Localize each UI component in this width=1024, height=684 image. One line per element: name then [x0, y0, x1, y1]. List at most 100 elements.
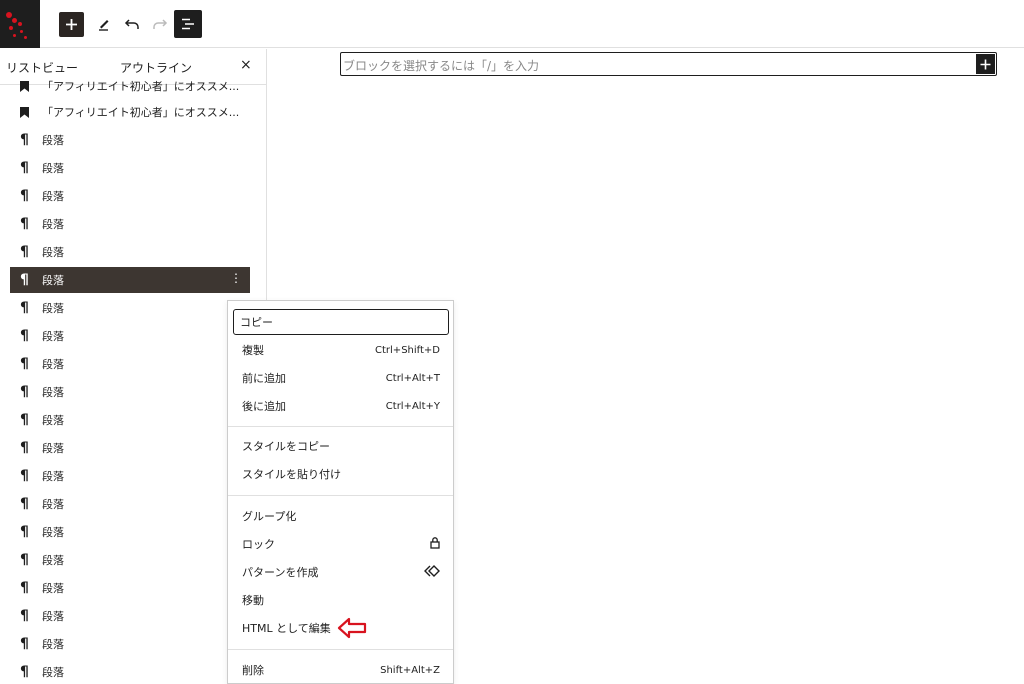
list-item[interactable]: ¶ 段落 [10, 519, 250, 545]
list-item[interactable]: ¶ 段落 [10, 659, 250, 684]
list-item[interactable]: 「アフィリエイト初心者」にオススメ... [10, 73, 250, 99]
menu-item-label: パターンを作成 [242, 566, 319, 579]
paragraph-icon: ¶ [20, 188, 29, 204]
list-item[interactable]: ¶ 段落 [10, 547, 250, 573]
list-item-label: 段落 [42, 386, 64, 399]
menu-item[interactable]: 削除 Shift+Alt+Z [236, 657, 446, 683]
list-item[interactable]: ¶ 段落 [10, 575, 250, 601]
plus-icon [980, 59, 991, 69]
list-item-label: 段落 [42, 638, 64, 651]
close-sidebar-button[interactable]: × [240, 57, 252, 73]
paragraph-icon: ¶ [20, 608, 29, 624]
menu-item-label: 複製 [242, 344, 264, 357]
menu-item-label: コピー [240, 316, 273, 329]
list-item-label: 段落 [42, 162, 64, 175]
list-item-label: 段落 [42, 134, 64, 147]
menu-item-shortcut: Ctrl+Alt+Y [385, 400, 440, 412]
list-item-label: 「アフィリエイト初心者」にオススメ... [42, 106, 240, 119]
list-item-label: 段落 [42, 442, 64, 455]
menu-item-label: 移動 [242, 594, 264, 607]
paragraph-icon: ¶ [20, 440, 29, 456]
logo-dot [13, 34, 16, 37]
list-view-button[interactable] [174, 10, 202, 38]
block-options-button[interactable]: ⋮ [230, 271, 242, 285]
menu-item-label: ロック [242, 538, 275, 551]
list-item-label: 段落 [42, 470, 64, 483]
logo-dot [9, 26, 13, 30]
appender-add-button[interactable] [976, 54, 995, 74]
list-item-selected[interactable]: ¶ 段落 ⋮ [10, 267, 250, 293]
logo-dot [24, 36, 27, 39]
list-item[interactable]: ¶ 段落 [10, 183, 250, 209]
lock-icon [430, 536, 440, 552]
redo-button[interactable] [148, 12, 172, 36]
paragraph-icon: ¶ [20, 552, 29, 568]
list-item-label: 「アフィリエイト初心者」にオススメ... [42, 80, 240, 93]
list-item-label: 段落 [42, 666, 64, 679]
list-item[interactable]: 「アフィリエイト初心者」にオススメ... [10, 99, 250, 125]
list-item[interactable]: ¶ 段落 [10, 211, 250, 237]
list-item[interactable]: ¶ 段落 [10, 463, 250, 489]
list-item-label: 段落 [42, 414, 64, 427]
menu-item[interactable]: コピー [233, 309, 449, 335]
list-item[interactable]: ¶ 段落 [10, 127, 250, 153]
list-item[interactable]: ¶ 段落 [10, 603, 250, 629]
plus-icon [66, 19, 77, 30]
menu-item[interactable]: 移動 [236, 587, 446, 613]
list-item[interactable]: ¶ 段落 [10, 491, 250, 517]
redo-icon [153, 19, 168, 29]
list-item-label: 段落 [42, 246, 64, 259]
list-item[interactable]: ¶ 段落 [10, 295, 250, 321]
logo-dot [12, 18, 17, 23]
menu-item[interactable]: ロック [236, 531, 446, 557]
menu-item[interactable]: スタイルをコピー [236, 433, 446, 459]
paragraph-icon: ¶ [20, 132, 29, 148]
paragraph-icon: ¶ [20, 664, 29, 680]
menu-item[interactable]: 後に追加 Ctrl+Alt+Y [236, 393, 446, 419]
list-item[interactable]: ¶ 段落 [10, 239, 250, 265]
editor-header [0, 0, 1024, 48]
paragraph-icon: ¶ [20, 328, 29, 344]
list-view-icon [182, 18, 194, 30]
paragraph-icon: ¶ [20, 580, 29, 596]
menu-item[interactable]: スタイルを貼り付け [236, 461, 446, 487]
menu-item-shortcut: Ctrl+Alt+T [385, 372, 440, 384]
menu-item[interactable]: 複製 Ctrl+Shift+D [236, 337, 446, 363]
paragraph-icon: ¶ [20, 468, 29, 484]
appender-placeholder: ブロックを選択するには「/」を入力 [343, 59, 540, 73]
menu-item-label: 後に追加 [242, 400, 286, 413]
paragraph-icon: ¶ [20, 244, 29, 260]
site-logo[interactable] [0, 0, 40, 48]
list-item-label: 段落 [42, 218, 64, 231]
bookmark-icon [10, 80, 42, 92]
list-item[interactable]: ¶ 段落 [10, 351, 250, 377]
paragraph-icon: ¶ [20, 412, 29, 428]
list-item-label: 段落 [42, 274, 64, 287]
menu-item-label: HTML として編集 [242, 622, 331, 635]
menu-separator [228, 426, 453, 427]
menu-item[interactable]: パターンを作成 [236, 559, 446, 585]
list-item-label: 段落 [42, 526, 64, 539]
menu-item[interactable]: グループ化 [236, 503, 446, 529]
undo-button[interactable] [120, 12, 144, 36]
tools-button[interactable] [92, 12, 116, 36]
pencil-icon [99, 20, 109, 31]
list-item-label: 段落 [42, 302, 64, 315]
menu-item-label: 削除 [242, 664, 264, 677]
undo-icon [124, 19, 139, 29]
list-item[interactable]: ¶ 段落 [10, 379, 250, 405]
list-item[interactable]: ¶ 段落 [10, 631, 250, 657]
list-item[interactable]: ¶ 段落 [10, 323, 250, 349]
list-item-label: 段落 [42, 498, 64, 511]
menu-item-label: スタイルをコピー [242, 440, 330, 453]
menu-separator [228, 495, 453, 496]
list-item[interactable]: ¶ 段落 [10, 407, 250, 433]
add-block-button[interactable] [59, 12, 84, 37]
list-item[interactable]: ¶ 段落 [10, 435, 250, 461]
paragraph-icon: ¶ [20, 384, 29, 400]
menu-item[interactable]: 前に追加 Ctrl+Alt+T [236, 365, 446, 391]
list-item-label: 段落 [42, 190, 64, 203]
block-appender[interactable]: ブロックを選択するには「/」を入力 [340, 52, 997, 76]
paragraph-icon: ¶ [20, 160, 29, 176]
list-item[interactable]: ¶ 段落 [10, 155, 250, 181]
